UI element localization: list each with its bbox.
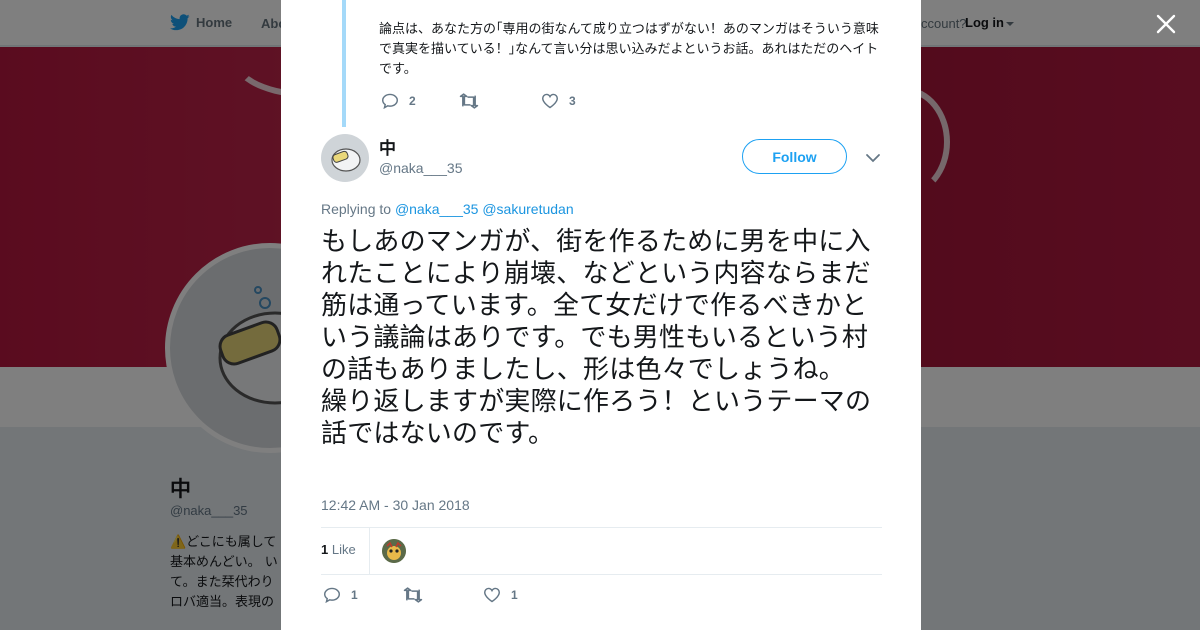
- tweet-stats: 1 Like: [321, 527, 882, 575]
- follow-button[interactable]: Follow: [742, 139, 847, 174]
- liker-avatar[interactable]: [382, 539, 406, 563]
- parent-tweet-actions: 2 3: [381, 93, 576, 109]
- parent-tweet-text: 論点は、あなた方の｢専用の街なんて成り立つはずがない！あのマンガはそういう意味で…: [379, 22, 879, 77]
- retweet-icon: [403, 587, 423, 603]
- heart-icon: [541, 93, 559, 109]
- thread-connector-line: [342, 0, 346, 127]
- like-button[interactable]: 3: [541, 93, 576, 109]
- retweet-button[interactable]: [459, 93, 541, 109]
- reply-icon: [381, 93, 399, 109]
- tweet-author-handle[interactable]: @naka___35: [379, 160, 463, 176]
- chevron-down-icon[interactable]: [865, 150, 881, 164]
- replying-to: Replying to @naka___35 @sakuretudan: [321, 201, 574, 217]
- replying-to-link-2[interactable]: @sakuretudan: [482, 201, 573, 217]
- retweet-button[interactable]: [403, 587, 483, 603]
- close-icon[interactable]: [1154, 12, 1178, 36]
- tweet-author-name[interactable]: 中: [379, 134, 396, 159]
- replying-prefix: Replying to: [321, 201, 392, 217]
- stats-divider: [369, 528, 370, 575]
- tweet-text: もしあのマンガが、街を作るために男を中に入れたことにより崩壊、などという内容なら…: [321, 227, 872, 449]
- replying-to-link-1[interactable]: @naka___35: [395, 201, 479, 217]
- tweet-actions: 1 1: [323, 587, 518, 603]
- tweet-author-avatar[interactable]: [321, 134, 369, 182]
- like-count: 1: [511, 588, 518, 602]
- like-count: 3: [569, 94, 576, 108]
- likes-stat[interactable]: 1 Like: [321, 542, 356, 557]
- tweet-timestamp[interactable]: 12:42 AM - 30 Jan 2018: [321, 497, 470, 513]
- reply-count: 1: [351, 588, 358, 602]
- reply-icon: [323, 587, 341, 603]
- likes-label: Like: [331, 542, 356, 557]
- reply-count: 2: [409, 94, 416, 108]
- heart-icon: [483, 587, 501, 603]
- likes-count: 1: [321, 542, 329, 557]
- retweet-icon: [459, 93, 479, 109]
- reply-button[interactable]: 2: [381, 93, 459, 109]
- like-button[interactable]: 1: [483, 587, 518, 603]
- tweet-modal: 論点は、あなた方の｢専用の街なんて成り立つはずがない！あのマンガはそういう意味で…: [281, 0, 921, 630]
- reply-button[interactable]: 1: [323, 587, 403, 603]
